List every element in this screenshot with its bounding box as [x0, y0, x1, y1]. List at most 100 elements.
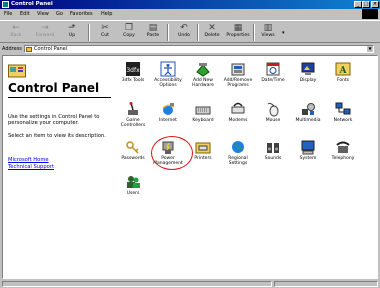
title-divider [8, 97, 111, 98]
cp-item-3dfx-tools[interactable]: 3dfx 3dfx Tools [115, 61, 151, 91]
3dfx-icon: 3dfx [126, 62, 140, 76]
copy-icon: ❐ [124, 23, 134, 33]
add-remove-programs-icon [231, 63, 245, 76]
address-bar: Address Control Panel ▼ [0, 44, 380, 54]
accessibility-icon [160, 61, 176, 77]
windows-logo-icon [362, 9, 378, 19]
menu-go[interactable]: Go [56, 11, 63, 17]
toolbar-separator [167, 24, 169, 41]
address-dropdown-icon[interactable]: ▼ [367, 46, 373, 52]
forward-button[interactable]: → Forward [33, 23, 57, 43]
up-folder-icon: ⬏ [68, 23, 76, 33]
cp-item-fonts[interactable]: A Fonts [325, 61, 361, 91]
cp-item-telephony[interactable]: Telephony [325, 139, 361, 169]
svg-text:A: A [339, 66, 348, 76]
cp-item-passwords[interactable]: Passwords [115, 139, 151, 169]
add-hardware-icon [196, 63, 210, 77]
content-pane: Control Panel Use the settings in Contro… [2, 55, 378, 279]
cp-item-regional-settings[interactable]: Regional Settings [220, 139, 256, 169]
cp-item-multimedia[interactable]: Multimedia [290, 101, 326, 131]
toolbar-separator [88, 24, 90, 41]
cp-item-keyboard[interactable]: Keyboard [185, 101, 221, 131]
menu-file[interactable]: File [4, 11, 12, 17]
system-icon [301, 140, 315, 155]
minimize-button[interactable]: _ [354, 1, 362, 8]
passwords-icon [126, 141, 139, 154]
status-panel-right [274, 281, 378, 287]
cp-item-add-new-hardware[interactable]: Add New Hardware [185, 61, 221, 91]
cut-button[interactable]: ✂ Cut [93, 23, 117, 43]
up-button[interactable]: ⬏ Up [60, 23, 84, 43]
paste-icon: ▤ [148, 23, 158, 33]
title-bar[interactable]: Control Panel _ □ × [0, 0, 380, 9]
views-icon: ▥ [263, 23, 273, 33]
maximize-button[interactable]: □ [362, 1, 370, 8]
copy-button[interactable]: ❐ Copy [117, 23, 141, 43]
back-button[interactable]: ← Back [4, 23, 28, 43]
cp-item-sounds[interactable]: Sounds [255, 139, 291, 169]
modems-icon [231, 102, 245, 114]
select-hint: Select an item to view its description. [8, 133, 106, 139]
forward-arrow-icon: → [41, 23, 49, 33]
views-button[interactable]: ▥ Views [256, 23, 280, 43]
close-button[interactable]: × [371, 1, 379, 8]
cp-item-users[interactable]: Users [115, 174, 151, 204]
regional-settings-icon [232, 141, 244, 153]
microsoft-home-link[interactable]: Microsoft Home [8, 157, 49, 163]
paste-button[interactable]: ▤ Paste [141, 23, 165, 43]
telephony-icon [336, 141, 350, 153]
users-icon [127, 176, 140, 188]
control-panel-icon [8, 64, 26, 78]
menu-bar: File Edit View Go Favorites Help [0, 10, 380, 19]
internet-icon [162, 103, 175, 115]
cp-item-display[interactable]: Display [290, 61, 326, 91]
toolbar-separator [197, 24, 199, 41]
menu-view[interactable]: View [37, 11, 49, 17]
address-field[interactable]: Control Panel ▼ [24, 45, 374, 53]
panel-title: Control Panel [8, 81, 100, 95]
game-controllers-icon [128, 102, 138, 115]
delete-button[interactable]: ✕ Delete [200, 23, 224, 43]
toolbar-separator [253, 24, 255, 41]
cp-item-date-time[interactable]: Date/Time [255, 61, 291, 91]
control-panel-folder-icon [26, 47, 32, 52]
highlight-circle [151, 136, 193, 170]
cp-item-accessibility-options[interactable]: Accessibility Options [150, 61, 186, 91]
cp-item-network[interactable]: Network [325, 101, 361, 131]
cp-item-internet[interactable]: Internet [150, 101, 186, 131]
cp-item-system[interactable]: System [290, 139, 326, 169]
web-view-panel: Control Panel Use the settings in Contro… [3, 56, 115, 278]
sounds-icon [267, 143, 279, 153]
undo-button[interactable]: ↶ Undo [172, 23, 196, 43]
menu-favorites[interactable]: Favorites [70, 11, 93, 17]
address-label: Address [2, 46, 22, 52]
address-value: Control Panel [34, 46, 68, 52]
toolbar: ← Back → Forward ⬏ Up ✂ Cut ❐ Copy ▤ Pas… [0, 20, 380, 43]
status-bar [0, 280, 380, 288]
cp-item-add-remove-programs[interactable]: Add/Remove Programs [220, 61, 256, 91]
undo-icon: ↶ [180, 23, 188, 33]
status-panel-left [2, 281, 272, 287]
keyboard-icon [195, 106, 211, 115]
cp-item-game-controllers[interactable]: Game Controllers [115, 101, 151, 131]
menu-help[interactable]: Help [101, 11, 112, 17]
cp-item-mouse[interactable]: Mouse [255, 101, 291, 131]
svg-text:3dfx: 3dfx [126, 67, 140, 74]
fonts-icon: A [335, 62, 351, 76]
cp-item-modems[interactable]: Modems [220, 101, 256, 131]
mouse-icon [267, 102, 279, 117]
multimedia-icon [302, 103, 315, 115]
printers-icon [195, 142, 211, 154]
window-title: Control Panel [11, 1, 53, 7]
properties-button[interactable]: ▦ Properties [226, 23, 250, 43]
display-icon [301, 62, 315, 75]
control-panel-window-icon[interactable] [2, 1, 9, 8]
technical-support-link[interactable]: Technical Support [8, 164, 54, 170]
menu-edit[interactable]: Edit [20, 11, 30, 17]
scissors-icon: ✂ [101, 23, 109, 33]
properties-icon: ▦ [233, 23, 243, 33]
back-arrow-icon: ← [12, 23, 20, 33]
views-dropdown-arrow-icon[interactable]: ▾ [282, 30, 285, 36]
delete-x-icon: ✕ [208, 23, 216, 33]
network-icon [335, 102, 351, 115]
